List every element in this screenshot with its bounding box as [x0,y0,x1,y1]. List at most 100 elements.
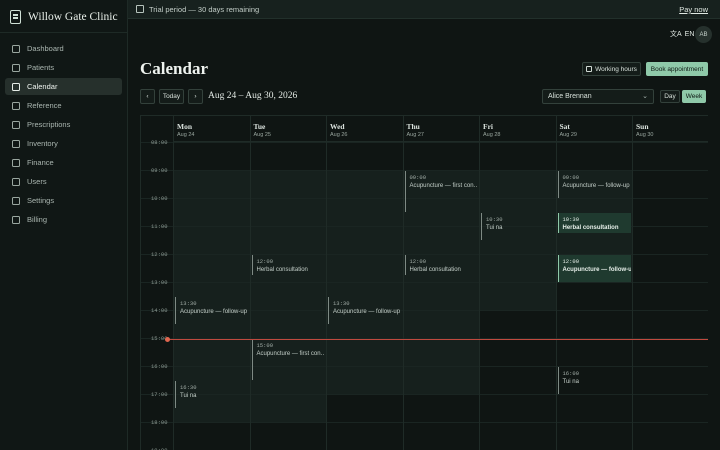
appointment-event[interactable]: 13:30 Acupuncture — follow-up [175,297,249,324]
day-header: Thu Aug 27 [402,116,479,142]
day-name: Sat [559,122,570,131]
clinic-logo-icon [10,10,21,24]
hour-label: 16:00 [151,363,168,370]
sidebar-item-label: Users [27,177,47,186]
sidebar-item-inventory[interactable]: Inventory [5,135,122,152]
view-week-button[interactable]: Week [682,90,706,103]
next-week-button[interactable]: › [188,89,203,104]
event-time: 09:00 [562,174,580,181]
event-title: Acupuncture — follow-up [562,267,632,273]
hour-label: 14:00 [151,307,168,314]
sidebar-item-label: Calendar [27,82,58,91]
event-time: 16:00 [562,370,580,377]
practitioner-select[interactable]: Alice Brennan ⌄ [542,89,654,104]
sidebar-item-label: Finance [27,158,54,167]
appointment-event[interactable]: 09:00 Acupuncture — follow-up [557,171,632,198]
hour-label: 10:00 [151,195,168,202]
day-column-fri[interactable] [479,116,556,450]
sidebar-item-settings[interactable]: Settings [5,192,122,209]
sidebar: Willow Gate Clinic Dashboard Patients Cale… [0,0,128,450]
event-time: 10:30 [562,216,580,223]
language-switcher[interactable]: 文A EN [670,29,694,39]
sidebar-item-dashboard[interactable]: Dashboard [5,40,122,57]
clock-icon [586,66,593,72]
event-time: 13:30 [333,300,350,307]
sidebar-item-users[interactable]: Users [5,173,122,190]
working-hours-button[interactable]: Working hours [582,62,641,76]
event-time: 15:00 [256,342,274,349]
finance-icon [12,158,20,167]
sidebar-item-label: Dashboard [27,44,64,53]
day-date: Aug 24 [177,132,195,138]
language-code: EN [684,30,695,38]
event-title: Acupuncture — follow-up [562,183,630,189]
brand[interactable]: Willow Gate Clinic [10,9,118,25]
sidebar-item-label: Settings [27,196,55,205]
event-time: 10:30 [486,216,503,223]
sidebar-item-reference[interactable]: Reference [5,97,122,114]
sidebar-item-label: Patients [27,63,55,72]
page-title: Calendar [140,59,208,78]
appointment-event[interactable]: 12:00 Acupuncture — follow-up [557,255,632,282]
day-column-thu[interactable] [402,116,480,450]
practitioner-value: Alice Brennan [548,93,592,100]
sidebar-item-label: Reference [27,101,62,110]
event-time: 12:00 [256,258,274,265]
day-date: Aug 25 [253,132,271,138]
appointment-event[interactable]: 13:30 Acupuncture — follow-up [328,297,402,324]
hour-label: 08:00 [151,139,168,146]
appointment-event[interactable]: 16:30 Tui na [175,381,249,408]
current-time-dot [165,337,170,342]
pay-now-link[interactable]: Pay now [679,5,708,14]
avatar[interactable]: AB [695,26,712,43]
hour-label: 17:00 [151,391,168,398]
day-column-sat[interactable] [555,116,633,450]
sidebar-item-prescriptions[interactable]: Prescriptions [5,116,122,133]
gear-icon [12,196,20,205]
day-column-tue[interactable] [249,116,327,450]
day-date: Aug 28 [483,132,501,138]
trial-banner: Trial period — 30 days remaining Pay now [128,0,720,19]
event-title: Tui na [486,225,503,231]
sidebar-item-calendar[interactable]: Calendar [5,78,122,95]
chevron-down-icon: ⌄ [642,93,648,100]
today-button[interactable]: Today [159,89,184,104]
previous-week-button[interactable]: ‹ [140,89,155,104]
day-column-wed[interactable] [326,116,403,450]
event-title: Tui na [562,379,579,385]
day-name: Mon [177,122,192,131]
appointment-event[interactable]: 09:00 Acupuncture — first con… [404,171,478,212]
day-date: Aug 27 [406,132,424,138]
sidebar-item-finance[interactable]: Finance [5,154,122,171]
appointment-event[interactable]: 12:00 Herbal consultation [404,255,479,275]
day-header: Fri Aug 28 [479,116,556,142]
book-icon [12,101,20,110]
day-name: Wed [330,122,345,131]
book-appointment-button[interactable]: Book appointment [646,62,708,76]
appointment-event[interactable]: 15:00 Acupuncture — first con… [251,339,325,380]
event-title: Herbal consultation [409,267,461,273]
day-name: Thu [406,122,420,131]
day-header: Mon Aug 24 [173,116,250,142]
appointment-event[interactable]: 16:00 Tui na [557,367,632,394]
day-header: Tue Aug 25 [249,116,326,142]
sidebar-item-billing[interactable]: Billing [5,211,122,228]
week-calendar-grid: 08:00 09:00 10:00 11:00 12:00 13:00 14:00 15:00… [140,115,708,450]
day-column-sun[interactable] [632,116,708,450]
trial-text: Trial period — 30 days remaining [149,4,260,14]
event-title: Herbal consultation [256,267,308,273]
sidebar-item-patients[interactable]: Patients [5,59,122,76]
inventory-icon [12,139,20,148]
day-header: Wed Aug 26 [326,116,403,142]
view-day-button[interactable]: Day [660,90,680,103]
appointment-event[interactable]: 10:30 Herbal consultation [557,213,631,233]
appointment-event[interactable]: 10:30 Tui na [481,213,555,240]
appointment-event[interactable]: 12:00 Herbal consultation [251,255,326,275]
calendar-icon [12,82,20,91]
day-date: Aug 30 [636,132,654,138]
billing-icon [12,215,20,224]
event-title: Tui na [180,393,197,399]
dashboard-icon [12,44,20,53]
hour-label: 09:00 [151,167,168,174]
event-title: Acupuncture — follow-up [333,309,401,315]
